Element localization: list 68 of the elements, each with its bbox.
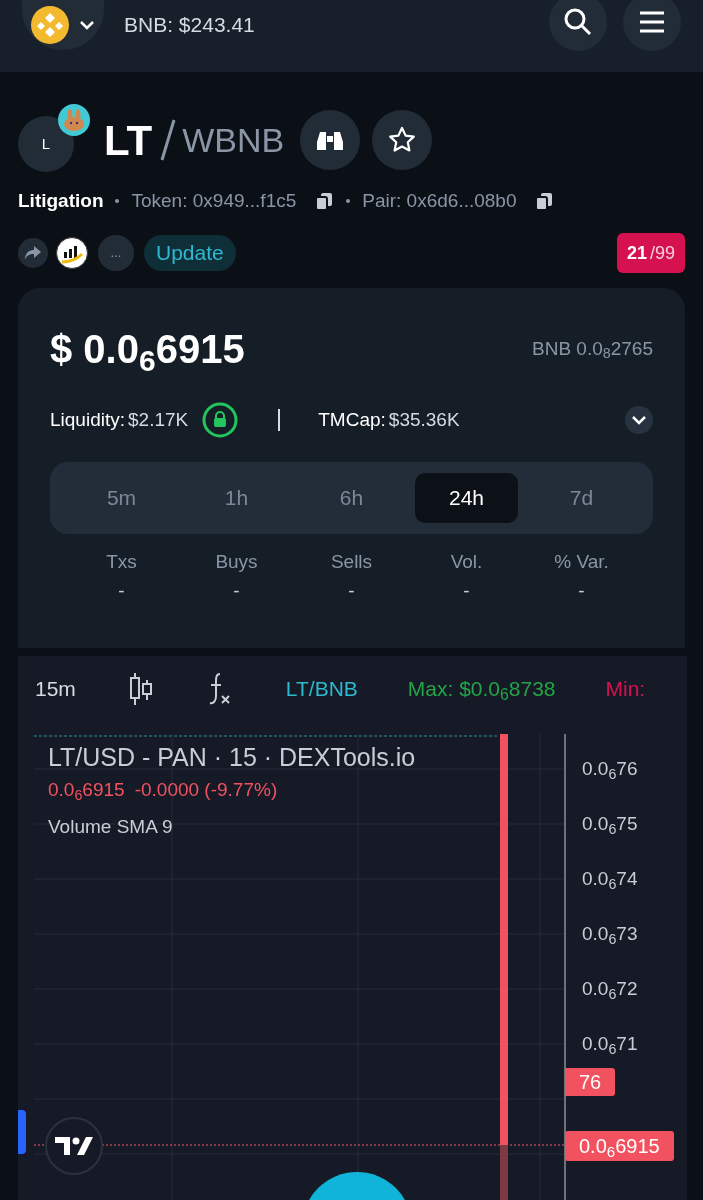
quote-symbol: WBNB <box>182 119 285 161</box>
chart-title: LT/USD - PAN · 15 · DEXTools.io <box>48 742 416 772</box>
logo-icon <box>55 1137 93 1155</box>
stat-label: Txs <box>106 550 137 574</box>
price-badge: 76 <box>565 1068 616 1096</box>
period-tab[interactable]: 7d <box>530 473 633 523</box>
bnb-price: BNB: $243.41 <box>124 12 255 39</box>
tmcap-value: $35.36K <box>388 407 460 432</box>
tmcap-label: TMCap: <box>318 407 386 432</box>
price-badge: 0.0$_{6}$6915 <box>565 1131 674 1161</box>
usd-price: $ 0.0$_{6}$6915 <box>50 326 245 379</box>
chevron-down-icon <box>631 415 647 425</box>
star-icon <box>387 125 418 155</box>
candles-icon[interactable] <box>127 672 154 706</box>
pair-button[interactable]: LT/BNB <box>285 673 358 705</box>
stat-label: Buys <box>215 550 258 574</box>
share-arrow-icon <box>24 245 42 261</box>
period-tab[interactable]: 6h <box>300 473 403 523</box>
max-price: Max: $0.0$_{6}$8738 <box>407 676 556 705</box>
bunny-icon <box>58 104 90 136</box>
liquidity-value: $2.17K <box>128 407 189 432</box>
token-symbol: LT <box>104 115 153 166</box>
share-button[interactable] <box>18 238 48 268</box>
token-address: Token: 0x949...f1c5 <box>131 188 297 213</box>
interval-button[interactable]: 15m <box>35 673 76 705</box>
period-tab[interactable]: 1h <box>185 473 288 523</box>
axis-label: 0.0$_{6}$76 <box>582 757 638 781</box>
side-handle[interactable] <box>18 1110 26 1154</box>
search-icon <box>563 7 593 37</box>
stat-value: - <box>118 578 125 603</box>
period-tab[interactable]: 5m <box>70 473 173 523</box>
axis-label: 0.0$_{6}$75 <box>582 812 638 836</box>
last-price: 0.0$_{6}$6915 <box>48 779 125 800</box>
axis-label: 0.0$_{6}$73 <box>582 922 638 946</box>
menu-button[interactable] <box>623 0 681 51</box>
liquidity-label: Liquidity: <box>50 407 125 432</box>
period-tab[interactable]: 24h <box>415 473 518 523</box>
token-name: Litigation <box>18 188 104 213</box>
token-avatar: L <box>18 116 74 172</box>
volume-bar <box>500 1145 508 1200</box>
search-button[interactable] <box>549 0 607 51</box>
stat-label: Sells <box>330 550 373 574</box>
stat-label: Vol. <box>450 550 483 574</box>
update-button[interactable]: Update <box>144 235 236 271</box>
stat-value: - <box>578 578 585 603</box>
axis-label: 0.0$_{6}$72 <box>582 977 638 1001</box>
stat-value: - <box>463 578 470 603</box>
indicator-label: Volume SMA 9 <box>48 814 174 839</box>
chevron-down-icon <box>78 19 96 31</box>
chart-logo-button[interactable] <box>56 237 88 269</box>
bnb-price: BNB 0.0$_{8}$2765 <box>532 336 653 364</box>
score-max: /99 <box>649 241 675 265</box>
stat-value: - <box>233 578 240 603</box>
menu-icon <box>638 10 666 34</box>
pair-address: Pair: 0x6d6...08b0 <box>362 188 517 213</box>
more-button[interactable]: ... <box>98 235 134 271</box>
coin-logo-icon <box>30 5 70 45</box>
axis-label: 0.0$_{6}$74 <box>582 867 638 891</box>
network-selector[interactable] <box>22 0 104 50</box>
stat-label: % Var. <box>554 550 609 574</box>
min-price: Min: <box>605 676 646 703</box>
copy-icon[interactable] <box>534 191 555 211</box>
stat-value: - <box>348 578 355 603</box>
price-change: -0.0000 (-9.77%) <box>134 779 278 800</box>
expand-button[interactable] <box>625 406 653 434</box>
score-value: 21 <box>626 241 647 265</box>
copy-icon[interactable] <box>314 191 335 211</box>
axis-label: 0.0$_{6}$71 <box>582 1032 638 1056</box>
